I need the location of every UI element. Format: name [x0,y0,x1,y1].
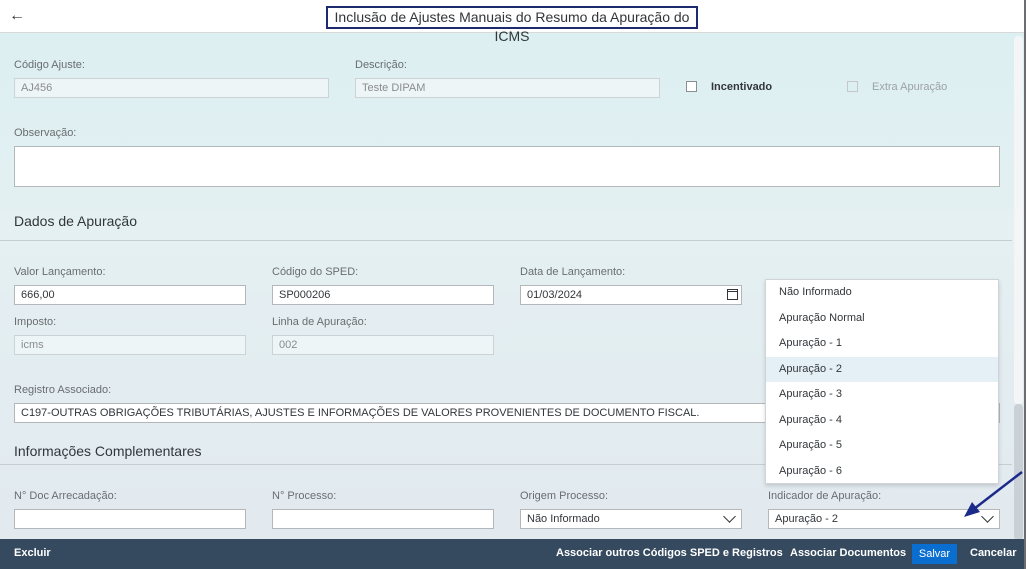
origem-processo-select[interactable]: Não Informado [520,509,742,529]
data-lancamento-label: Data de Lançamento: [520,266,626,278]
origem-processo-value: Não Informado [527,513,600,525]
associar-documentos-button[interactable]: Associar Documentos [790,547,906,559]
data-lancamento-value: 01/03/2024 [527,289,583,301]
annotation-arrow-icon [964,471,1023,517]
doc-arrecadacao-input[interactable] [14,509,246,529]
codigo-ajuste-label: Código Ajuste: [14,59,85,71]
linha-apuracao-field: 002 [272,335,494,355]
extra-apuracao-label: Extra Apuração [872,81,948,93]
indicador-apuracao-dropdown: Não Informado Apuração Normal Apuração -… [765,279,999,484]
indicador-apuracao-label: Indicador de Apuração: [768,490,882,502]
registro-associado-label: Registro Associado: [14,384,112,396]
footer-toolbar: Excluir Associar outros Códigos SPED e R… [0,539,1024,569]
imposto-label: Imposto: [14,316,57,328]
observacao-label: Observação: [14,127,77,139]
section-divider [0,240,1012,241]
cancelar-button[interactable]: Cancelar [970,547,1016,559]
dropdown-option[interactable]: Apuração - 4 [766,408,998,434]
descricao-field: Teste DIPAM [355,78,660,98]
scrollbar-upper[interactable] [1014,36,1023,404]
chevron-down-icon [723,510,736,523]
dropdown-option[interactable]: Não Informado [766,280,998,306]
dropdown-option[interactable]: Apuração - 5 [766,433,998,459]
dropdown-option[interactable]: Apuração - 1 [766,331,998,357]
processo-input[interactable] [272,509,494,529]
indicador-apuracao-value: Apuração - 2 [775,513,838,525]
excluir-button[interactable]: Excluir [14,547,51,559]
incentivado-label: Incentivado [711,81,773,93]
origem-processo-label: Origem Processo: [520,490,609,502]
observacao-textarea[interactable] [14,146,1000,187]
associar-sped-button[interactable]: Associar outros Códigos SPED e Registros [556,547,783,559]
dropdown-option[interactable]: Apuração - 3 [766,382,998,408]
imposto-field: icms [14,335,246,355]
codigo-sped-input[interactable]: SP000206 [272,285,494,305]
valor-lancamento-label: Valor Lançamento: [14,266,106,278]
linha-apuracao-label: Linha de Apuração: [272,316,367,328]
descricao-label: Descrição: [355,59,407,71]
extra-apuracao-checkbox [847,81,858,92]
codigo-sped-label: Código do SPED: [272,266,359,278]
doc-arrecadacao-label: N° Doc Arrecadação: [14,490,117,502]
valor-lancamento-input[interactable]: 666,00 [14,285,246,305]
codigo-ajuste-field: AJ456 [14,78,329,98]
arrow-left-icon[interactable]: ← [9,7,27,25]
incentivado-checkbox[interactable] [686,81,697,92]
page-header: ← Inclusão de Ajustes Manuais do Resumo … [0,0,1024,44]
dados-apuracao-title: Dados de Apuração [14,213,137,229]
data-lancamento-input[interactable]: 01/03/2024 [520,285,742,305]
dropdown-option-selected[interactable]: Apuração - 2 [766,356,998,382]
processo-label: N° Processo: [272,490,337,502]
salvar-button[interactable]: Salvar [912,544,957,564]
page-title: Inclusão de Ajustes Manuais do Resumo da… [326,6,698,44]
info-complementares-title: Informações Complementares [14,443,202,459]
calendar-icon[interactable] [727,289,738,300]
dropdown-option[interactable]: Apuração Normal [766,306,998,332]
